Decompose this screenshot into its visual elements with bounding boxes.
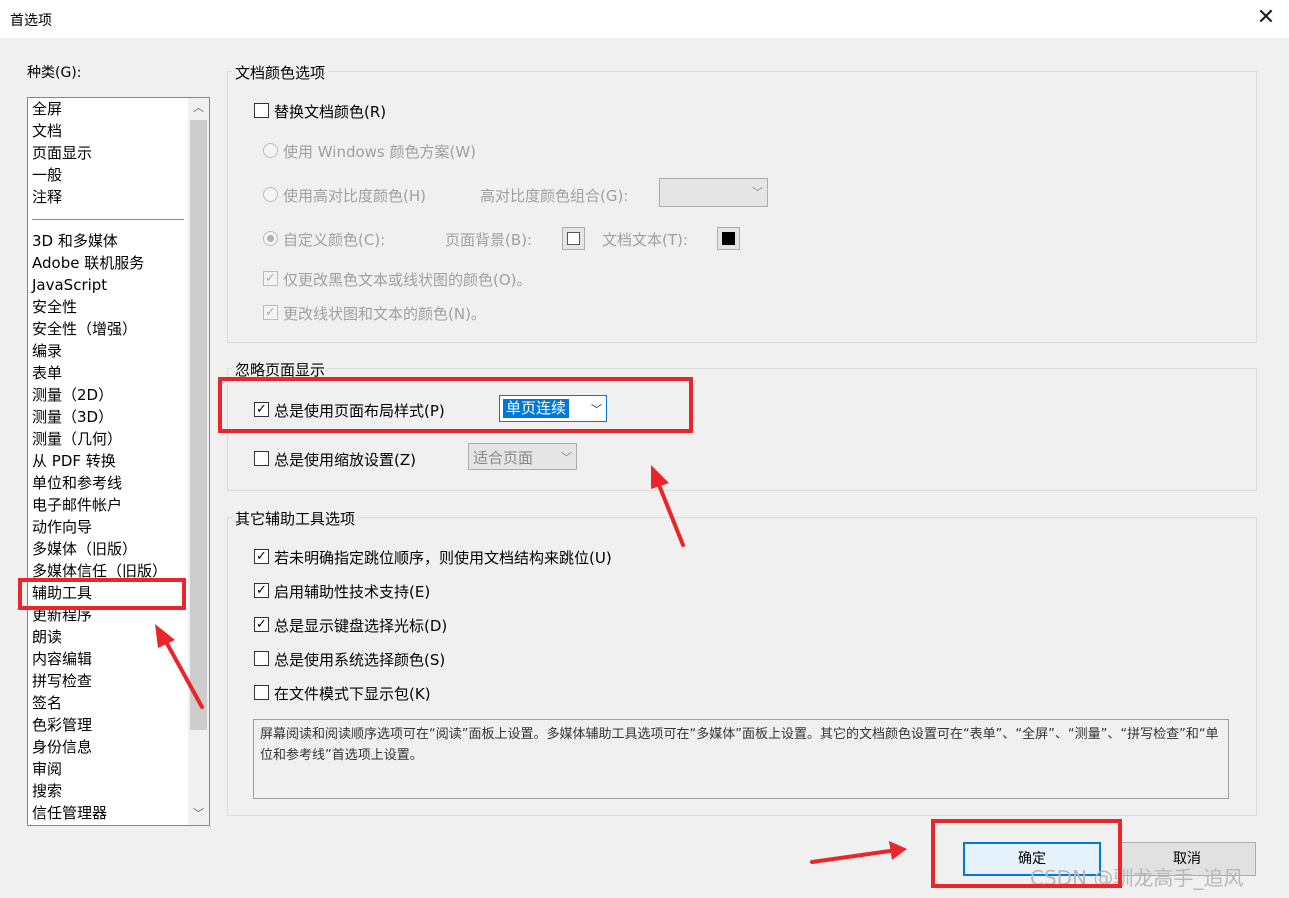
info-note: 屏幕阅读和阅读顺序选项可在“阅读”面板上设置。多媒体辅助工具选项可在“多媒体”面…: [253, 719, 1229, 799]
category-item[interactable]: 审阅: [32, 758, 62, 780]
zoom-value: 适合页面: [473, 449, 534, 467]
category-item[interactable]: 3D 和多媒体: [32, 230, 118, 252]
category-item[interactable]: 身份信息: [32, 736, 92, 758]
custom-color-label: 自定义颜色(C):: [283, 231, 386, 249]
page-bg-label: 页面背景(B):: [445, 231, 533, 249]
category-item[interactable]: 电子邮件帐户: [32, 494, 122, 516]
only-black-label: 仅更改黑色文本或线状图的颜色(O)。: [283, 271, 532, 289]
window-title: 首选项: [10, 13, 52, 29]
category-item[interactable]: 签名: [32, 692, 62, 714]
show-package-checkbox[interactable]: [254, 685, 269, 700]
highlight-box-page-layout: [218, 377, 693, 433]
high-contrast-radio[interactable]: [263, 187, 278, 202]
replace-colors-checkbox[interactable]: [254, 103, 269, 118]
category-item[interactable]: 编录: [32, 340, 62, 362]
keyboard-cursor-label: 总是显示键盘选择光标(D): [274, 617, 448, 635]
zoom-label: 总是使用缩放设置(Z): [274, 451, 416, 469]
category-item[interactable]: 一般: [32, 164, 62, 186]
category-scrollbar[interactable]: ︿ ﹀: [188, 98, 209, 825]
custom-color-radio[interactable]: [263, 231, 278, 246]
zoom-select[interactable]: 适合页面 ﹀: [468, 443, 577, 470]
category-item[interactable]: 动作向导: [32, 516, 92, 538]
close-icon[interactable]: ✕: [1254, 4, 1278, 32]
category-item[interactable]: 安全性: [32, 296, 77, 318]
high-contrast-label: 使用高对比度颜色(H): [283, 187, 426, 205]
keyboard-cursor-checkbox[interactable]: ✓: [254, 617, 269, 632]
category-item[interactable]: 朗读: [32, 626, 62, 648]
zoom-checkbox[interactable]: [254, 451, 269, 466]
page-bg-swatch[interactable]: [562, 227, 585, 250]
tab-order-label: 若未明确指定跳位顺序，则使用文档结构来跳位(U): [274, 549, 612, 567]
highlight-box-category: [18, 578, 186, 610]
category-item[interactable]: 全屏: [32, 98, 62, 120]
category-item[interactable]: 安全性（增强）: [32, 318, 137, 340]
assistive-tech-checkbox[interactable]: ✓: [254, 583, 269, 598]
arrow-line-ok: [810, 849, 892, 864]
category-item[interactable]: 页面显示: [32, 142, 92, 164]
category-list[interactable]: 全屏 文档 页面显示 一般 注释 3D 和多媒体 Adobe 联机服务 Java…: [27, 97, 210, 826]
scrollbar-thumb[interactable]: [190, 120, 207, 730]
category-item[interactable]: 搜索: [32, 780, 62, 802]
change-line-label: 更改线状图和文本的颜色(N)。: [283, 305, 486, 323]
page-bg-color: [567, 232, 580, 245]
other-options-title: 其它辅助工具选项: [232, 508, 359, 529]
category-item[interactable]: Adobe 联机服务: [32, 252, 144, 274]
system-selection-color-checkbox[interactable]: [254, 651, 269, 666]
doc-text-swatch[interactable]: [717, 227, 740, 250]
category-item[interactable]: 单位和参考线: [32, 472, 122, 494]
windows-scheme-label: 使用 Windows 颜色方案(W): [283, 143, 477, 161]
tab-order-checkbox[interactable]: ✓: [254, 549, 269, 564]
high-contrast-combo-label: 高对比度颜色组合(G):: [480, 187, 629, 205]
category-item[interactable]: 信任管理器: [32, 802, 107, 824]
system-selection-color-label: 总是使用系统选择颜色(S): [274, 651, 446, 669]
category-item[interactable]: 测量（几何）: [32, 428, 122, 450]
only-black-checkbox[interactable]: ✓: [263, 271, 278, 286]
category-label: 种类(G):: [27, 65, 82, 81]
arrow-head-ok: [889, 841, 907, 860]
category-item[interactable]: 拼写检查: [32, 670, 92, 692]
category-item[interactable]: JavaScript: [32, 274, 107, 296]
chevron-down-icon: ﹀: [561, 451, 572, 464]
category-item[interactable]: 测量（3D）: [32, 406, 113, 428]
title-bar: [0, 0, 1289, 38]
assistive-tech-label: 启用辅助性技术支持(E): [274, 583, 431, 601]
doc-text-label: 文档文本(T):: [602, 231, 688, 249]
list-divider: [32, 219, 184, 220]
category-item[interactable]: 从 PDF 转换: [32, 450, 116, 472]
chevron-up-icon[interactable]: ︿: [188, 98, 209, 118]
show-package-label: 在文件模式下显示包(K): [274, 685, 431, 703]
category-item[interactable]: 文档: [32, 120, 62, 142]
category-item[interactable]: 多媒体（旧版）: [32, 538, 137, 560]
chevron-down-icon[interactable]: ﹀: [188, 804, 209, 824]
doc-color-title: 文档颜色选项: [232, 62, 329, 83]
category-item[interactable]: 测量（2D）: [32, 384, 113, 406]
highlight-box-ok: [931, 819, 1122, 888]
chevron-down-icon: ﹀: [752, 186, 763, 199]
category-item[interactable]: 色彩管理: [32, 714, 92, 736]
doc-text-color: [722, 232, 735, 245]
category-item[interactable]: 内容编辑: [32, 648, 92, 670]
replace-colors-label: 替换文档颜色(R): [274, 103, 387, 121]
category-item[interactable]: 表单: [32, 362, 62, 384]
high-contrast-select[interactable]: ﹀: [659, 178, 768, 207]
category-item[interactable]: 注释: [32, 186, 62, 208]
windows-scheme-radio[interactable]: [263, 143, 278, 158]
change-line-checkbox[interactable]: ✓: [263, 305, 278, 320]
